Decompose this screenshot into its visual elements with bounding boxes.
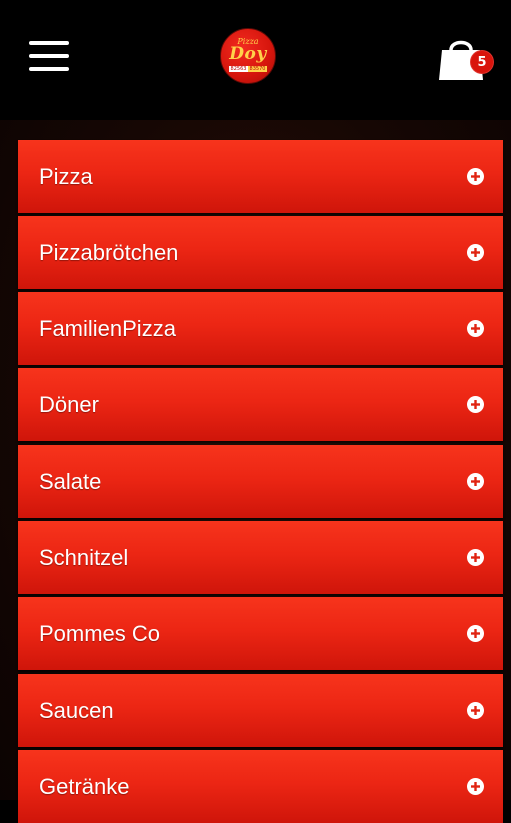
cart-count-badge: 5 <box>470 50 494 74</box>
category-label: Getränke <box>39 774 130 799</box>
category-label: Pizzabrötchen <box>39 240 179 265</box>
category-label: Salate <box>39 469 102 494</box>
category-item-doener[interactable]: Döner <box>18 368 503 441</box>
category-item-familienpizza[interactable]: FamilienPizza <box>18 292 503 365</box>
hamburger-menu-icon[interactable] <box>29 41 69 71</box>
category-item-schnitzel[interactable]: Schnitzel <box>18 521 503 594</box>
category-item-saucen[interactable]: Saucen <box>18 674 503 747</box>
plus-circle-icon <box>467 396 484 413</box>
category-item-getraenke[interactable]: Getränke <box>18 750 503 823</box>
plus-circle-icon <box>467 778 484 795</box>
app-header: Pizza Doy 82563 83570 5 <box>0 0 511 120</box>
plus-circle-icon <box>467 168 484 185</box>
plus-circle-icon <box>467 702 484 719</box>
category-label: Pizza <box>39 164 93 189</box>
plus-circle-icon <box>467 473 484 490</box>
category-item-pommes-co[interactable]: Pommes Co <box>18 597 503 670</box>
plus-circle-icon <box>467 625 484 642</box>
plus-circle-icon <box>467 244 484 261</box>
logo-bar-right: 83570 <box>248 66 267 72</box>
category-label: Döner <box>39 392 99 417</box>
category-item-pizza[interactable]: Pizza <box>18 140 503 213</box>
brand-logo[interactable]: Pizza Doy 82563 83570 <box>220 28 276 84</box>
plus-circle-icon <box>467 549 484 566</box>
logo-phone-bar: 82563 83570 <box>229 66 267 72</box>
category-label: Pommes Co <box>39 621 161 646</box>
category-item-pizzabroetchen[interactable]: Pizzabrötchen <box>18 216 503 289</box>
category-label: Saucen <box>39 698 114 723</box>
logo-bar-left: 82563 <box>229 66 248 72</box>
plus-circle-icon <box>467 320 484 337</box>
logo-main-text: Doy <box>229 44 267 64</box>
category-item-salate[interactable]: Salate <box>18 445 503 518</box>
category-label: Schnitzel <box>39 545 129 570</box>
category-label: FamilienPizza <box>39 316 176 341</box>
